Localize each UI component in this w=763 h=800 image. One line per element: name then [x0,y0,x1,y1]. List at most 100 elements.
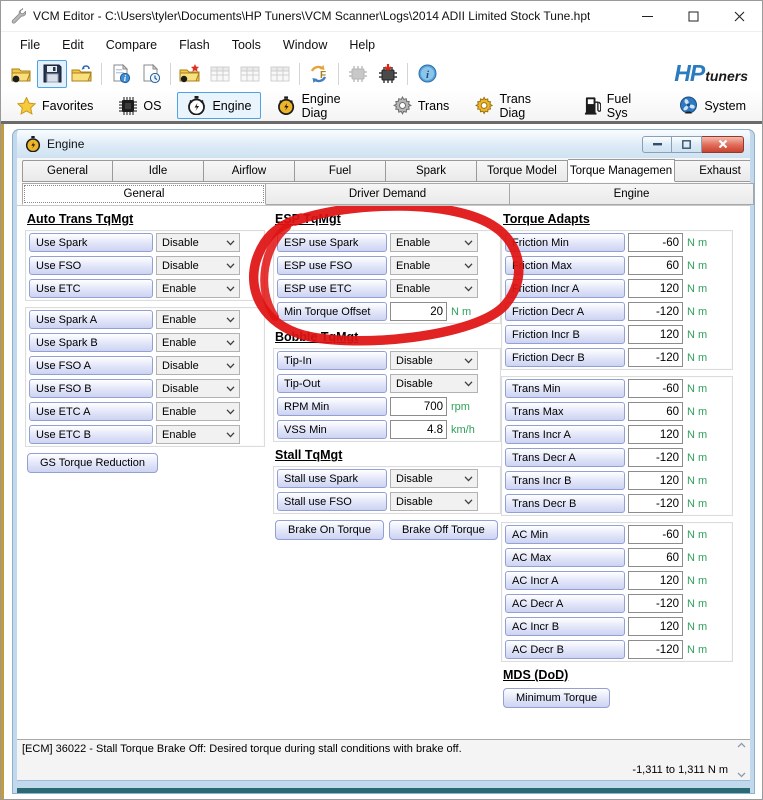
tab-torque-management[interactable]: Torque Managemen [568,159,675,182]
param-label-button[interactable]: Use FSO A [29,356,153,375]
param-label-button[interactable]: Friction Incr B [505,325,625,344]
value-input[interactable]: -60 [628,233,683,252]
value-input[interactable]: 120 [628,471,683,490]
table-view-icon[interactable] [265,60,295,88]
enable-disable-dropdown[interactable]: Enable [156,310,240,329]
param-label-button[interactable]: Trans Max [505,402,625,421]
value-input[interactable]: 60 [628,548,683,567]
param-label-button[interactable]: Tip-In [277,351,387,370]
nav-trans-diag[interactable]: Trans Diag [465,88,567,124]
param-label-button[interactable]: AC Decr B [505,640,625,659]
param-label-button[interactable]: AC Decr A [505,594,625,613]
enable-disable-dropdown[interactable]: Enable [156,425,240,444]
param-label-button[interactable]: Stall use Spark [277,469,387,488]
param-label-button[interactable]: Friction Decr B [505,348,625,367]
param-label-button[interactable]: ESP use ETC [277,279,387,298]
subtab-engine[interactable]: Engine [510,183,754,205]
param-label-button[interactable]: Use ETC [29,279,153,298]
tab-idle[interactable]: Idle [113,160,204,182]
nav-fuel-sys[interactable]: Fuel Sys [574,88,664,124]
value-input[interactable]: 120 [628,325,683,344]
close-file-icon[interactable] [67,60,97,88]
param-label-button[interactable]: Min Torque Offset [277,302,387,321]
close-button[interactable] [716,1,762,31]
tab-spark[interactable]: Spark [386,160,477,182]
value-input[interactable]: 60 [628,402,683,421]
tab-airflow[interactable]: Airflow [204,160,295,182]
child-close-button[interactable] [702,135,744,153]
nav-engine[interactable]: Engine [177,92,262,119]
param-label-button[interactable]: VSS Min [277,420,387,439]
enable-disable-dropdown[interactable]: Enable [156,402,240,421]
enable-disable-dropdown[interactable]: Disable [390,351,478,370]
param-label-button[interactable]: AC Min [505,525,625,544]
param-label-button[interactable]: Use ETC B [29,425,153,444]
tab-general[interactable]: General [22,160,113,182]
subtab-driver-demand[interactable]: Driver Demand [266,183,510,205]
menu-item-help[interactable]: Help [338,38,386,52]
value-input[interactable]: -120 [628,494,683,513]
enable-disable-dropdown[interactable]: Disable [390,469,478,488]
value-input[interactable]: -120 [628,640,683,659]
read-vehicle-icon[interactable] [343,60,373,88]
enable-disable-dropdown[interactable]: Disable [156,356,240,375]
nav-trans[interactable]: Trans [383,92,460,119]
param-label-button[interactable]: Use Spark [29,233,153,252]
param-label-button[interactable]: Tip-Out [277,374,387,393]
child-restore-button[interactable] [672,135,702,153]
tab-torque-model[interactable]: Torque Model [477,160,568,182]
param-label-button[interactable]: ESP use Spark [277,233,387,252]
value-input[interactable]: -60 [628,525,683,544]
enable-disable-dropdown[interactable]: Disable [390,492,478,511]
child-titlebar[interactable]: Engine [17,130,750,158]
param-label-button[interactable]: Trans Decr A [505,448,625,467]
param-label-button[interactable]: Use FSO B [29,379,153,398]
nav-favorites[interactable]: Favorites [7,93,103,119]
value-input[interactable]: -120 [628,302,683,321]
param-label-button[interactable]: Trans Decr B [505,494,625,513]
enable-disable-dropdown[interactable]: Enable [156,333,240,352]
menu-item-flash[interactable]: Flash [168,38,221,52]
subtab-general[interactable]: General [22,183,266,205]
value-input[interactable]: -120 [628,348,683,367]
value-input[interactable]: 120 [628,279,683,298]
param-label-button[interactable]: Trans Incr B [505,471,625,490]
minimize-button[interactable] [624,1,670,31]
maximize-button[interactable] [670,1,716,31]
enable-disable-dropdown[interactable]: Disable [156,233,240,252]
param-label-button[interactable]: RPM Min [277,397,387,416]
action-button[interactable]: Minimum Torque [503,688,611,708]
status-scrollbar[interactable] [734,742,748,778]
value-input[interactable]: 700 [390,397,447,416]
value-input[interactable]: -120 [628,594,683,613]
new-compare-icon[interactable] [175,60,205,88]
open-file-icon[interactable] [7,60,37,88]
menu-item-window[interactable]: Window [272,38,338,52]
tab-exhaust[interactable]: Exhaust [675,160,750,182]
param-label-button[interactable]: Stall use FSO [277,492,387,511]
value-input[interactable]: 20 [390,302,447,321]
nav-system[interactable]: System [669,92,756,119]
table-view-icon[interactable] [235,60,265,88]
write-vehicle-icon[interactable] [373,60,403,88]
enable-disable-dropdown[interactable]: Disable [390,374,478,393]
save-file-icon[interactable] [37,59,67,88]
action-button[interactable]: GS Torque Reduction [27,453,158,473]
param-label-button[interactable]: Trans Incr A [505,425,625,444]
compare-swap-icon[interactable]: F [304,60,334,88]
value-input[interactable]: 120 [628,425,683,444]
action-button[interactable]: Brake Off Torque [388,520,498,540]
value-input[interactable]: 120 [628,617,683,636]
param-label-button[interactable]: Friction Decr A [505,302,625,321]
param-label-button[interactable]: Friction Max [505,256,625,275]
menu-item-compare[interactable]: Compare [95,38,168,52]
enable-disable-dropdown[interactable]: Enable [156,279,240,298]
param-label-button[interactable]: Use Spark A [29,310,153,329]
value-input[interactable]: 4.8 [390,420,447,439]
param-label-button[interactable]: ESP use FSO [277,256,387,275]
menu-item-tools[interactable]: Tools [221,38,272,52]
file-info-icon[interactable]: i [106,60,136,88]
param-label-button[interactable]: Trans Min [505,379,625,398]
menu-item-edit[interactable]: Edit [51,38,95,52]
param-label-button[interactable]: AC Incr B [505,617,625,636]
